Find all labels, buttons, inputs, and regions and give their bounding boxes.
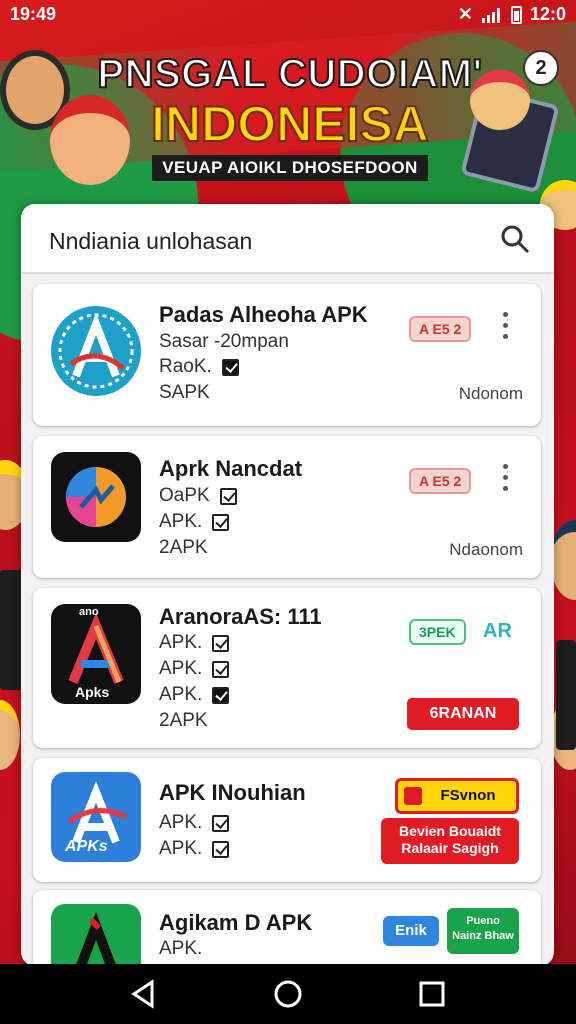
app-title[interactable]: Agikam D APK: [159, 910, 312, 936]
ad-line: Ralaair Sagigh: [401, 840, 499, 856]
app-icon: ano Apks: [51, 604, 141, 704]
app-detail: APK.: [159, 938, 203, 959]
app-detail: APK.: [159, 812, 230, 834]
promo-ad[interactable]: FSvnon: [395, 778, 519, 814]
signal-icon: [481, 7, 500, 23]
checkbox-icon[interactable]: [212, 660, 230, 678]
ad-label: FSvnon: [440, 787, 496, 804]
checkbox-icon[interactable]: [221, 358, 239, 376]
app-detail: APK.: [159, 658, 230, 680]
icon-label: ano: [79, 606, 99, 618]
status-clock: 12:0: [529, 4, 566, 24]
tablet-illustration: [556, 640, 576, 750]
status-bar: 19:49 ✕ 12:0: [0, 0, 576, 30]
app-meta: Ndaonom: [449, 540, 523, 559]
app-subtitle: Sasar -20mpan: [159, 331, 289, 352]
app-result-card[interactable]: Aprk Nancdat OaPK APK. 2APK A E5 2 Ndaon…: [33, 436, 541, 578]
promo-ad[interactable]: Bevien Bouaidt Ralaair Sagigh: [381, 818, 519, 864]
checkbox-icon[interactable]: [212, 634, 230, 652]
ad-line: Pueno: [466, 915, 500, 927]
app-icon: [51, 306, 141, 396]
mute-icon: ✕: [457, 4, 473, 24]
ar-label: AR: [483, 620, 512, 642]
overflow-menu-icon[interactable]: [503, 464, 509, 494]
rating-badge: A E5 2: [409, 316, 472, 342]
app-detail: RaoK.: [159, 356, 239, 378]
checkbox-icon[interactable]: [212, 814, 230, 832]
app-result-card[interactable]: APKs APK INouhian APK. APK. FSvnon Bevie…: [33, 758, 541, 882]
ad-logo-icon: [404, 787, 422, 805]
headline-line2: INDONEISA: [150, 95, 430, 153]
icon-label: APKs: [65, 838, 108, 855]
status-icons: ✕ 12:0: [458, 4, 566, 25]
checkbox-icon[interactable]: [212, 513, 230, 531]
battery-icon: [510, 5, 522, 24]
app-detail: APK.: [159, 838, 230, 860]
app-title[interactable]: AranoraAS: 111: [159, 604, 322, 630]
search-results-sheet: Nndiania unlohasan Padas Alheoha APK Sas…: [21, 204, 554, 966]
navigation-bar: [0, 964, 576, 1024]
status-time: 19:49: [10, 4, 57, 24]
app-detail: APK.: [159, 632, 230, 654]
headline-line1: PNSGAL CUDOIAM': [96, 51, 483, 97]
promo-ad[interactable]: Enik: [383, 916, 439, 946]
app-result-card[interactable]: Agikam D APK APK. Enik Pueno Nainz Bhaw: [33, 890, 541, 966]
app-detail: APK.: [159, 511, 230, 533]
app-title[interactable]: Padas Alheoha APK: [159, 302, 368, 328]
back-icon[interactable]: [128, 978, 160, 1010]
app-detail: OaPK: [159, 485, 237, 507]
checkbox-icon[interactable]: [219, 487, 237, 505]
search-query[interactable]: Nndiania unlohasan: [49, 228, 252, 255]
app-result-card[interactable]: Padas Alheoha APK Sasar -20mpan RaoK. SA…: [33, 284, 541, 426]
promo-headline: PNSGAL CUDOIAM' INDONEISA VEUAP AIOIKL D…: [70, 51, 510, 181]
app-meta: Ndonom: [458, 384, 523, 403]
home-icon[interactable]: [272, 978, 304, 1010]
app-icon: [51, 452, 141, 542]
cartoon-figure: [0, 700, 20, 770]
download-button[interactable]: 6RANAN: [407, 698, 519, 730]
headline-tagline: VEUAP AIOIKL DHOSEFDOON: [152, 155, 428, 181]
app-detail: SAPK: [159, 382, 210, 403]
checkbox-icon[interactable]: [212, 686, 230, 704]
app-result-card[interactable]: ano Apks AranoraAS: 111 APK. APK. APK. 2…: [33, 588, 541, 748]
app-detail: APK.: [159, 684, 230, 706]
app-icon: APKs: [51, 772, 141, 862]
ad-line: Nainz Bhaw: [452, 930, 514, 942]
app-title[interactable]: Aprk Nancdat: [159, 456, 302, 482]
ad-line: Bevien Bouaidt: [399, 823, 501, 839]
app-title[interactable]: APK INouhian: [159, 780, 306, 806]
overflow-menu-icon[interactable]: [503, 312, 509, 342]
icon-label: Apks: [75, 684, 110, 700]
close-button[interactable]: 2: [523, 50, 559, 86]
version-badge: 3PEK: [409, 619, 466, 645]
search-icon[interactable]: [500, 224, 530, 254]
rating-badge: A E5 2: [409, 468, 472, 494]
app-icon: [51, 904, 141, 966]
app-detail: 2APK: [159, 710, 208, 731]
promo-ad[interactable]: Pueno Nainz Bhaw: [447, 908, 519, 954]
checkbox-icon[interactable]: [212, 840, 230, 858]
app-detail: 2APK: [159, 537, 208, 558]
search-bar[interactable]: Nndiania unlohasan: [21, 204, 554, 274]
recents-icon[interactable]: [416, 978, 448, 1010]
